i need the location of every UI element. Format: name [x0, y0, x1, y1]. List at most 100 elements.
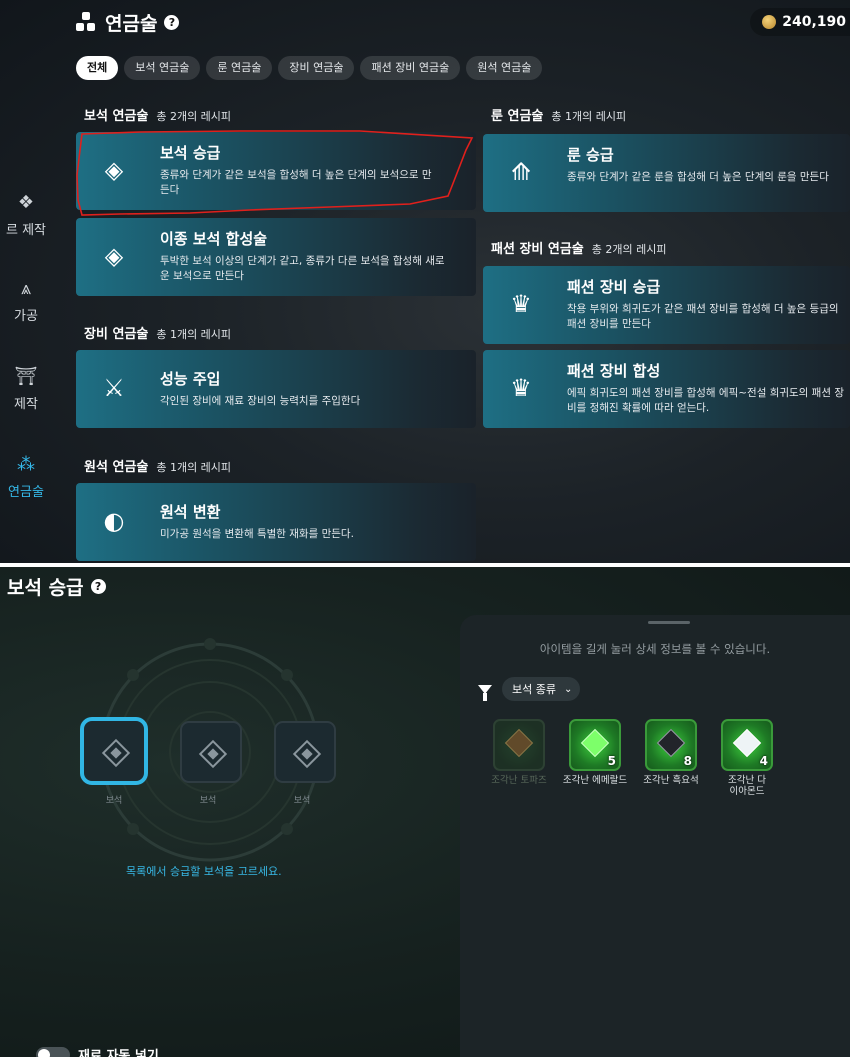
- slot-label: 보석: [105, 796, 123, 806]
- recipe-title: 성능 주입: [160, 370, 221, 388]
- section-gem-alchemy: 보석 연금술 총 2개의 레시피: [84, 105, 231, 124]
- gem-type-dropdown[interactable]: 보석 종류 ⌄: [502, 677, 581, 701]
- section-count: 총 1개의 레시피: [156, 461, 232, 474]
- gem-cluster-icon: ❖: [17, 192, 35, 213]
- item-slot: [493, 719, 545, 771]
- gem-upgrade-icon: ◈: [104, 156, 124, 184]
- auto-fill-label: 재료 자동 넣기: [78, 1049, 159, 1057]
- gem-synthesis-icon: ◈: [104, 242, 124, 270]
- tab-all[interactable]: 전체: [76, 56, 119, 80]
- recipe-title: 보석 승급: [160, 144, 221, 162]
- recipe-desc: 종류와 단계가 같은 보석을 합성해 더 높은 단계의 보석으로 만든다: [160, 169, 432, 196]
- inventory-item[interactable]: 조각난 토파즈: [482, 719, 556, 786]
- coin-icon: [762, 15, 777, 29]
- section-count: 총 2개의 레시피: [591, 243, 667, 256]
- item-slot: 5: [569, 719, 621, 771]
- page-title: 연금술: [105, 12, 158, 35]
- emerald-gem-icon: [580, 728, 610, 758]
- recipe-desc: 미가공 원석을 변환해 특별한 재화를 만든다.: [160, 528, 354, 540]
- gem-slot-1[interactable]: [80, 717, 148, 785]
- sidebar-item-label: 제작: [14, 397, 38, 412]
- gem-placeholder-icon: [101, 738, 131, 768]
- alchemy-icon: [76, 12, 96, 32]
- sidebar-item-rune-craft[interactable]: ❖ 르 제작: [0, 192, 52, 238]
- inventory-info-text: 아이템을 길게 눌러 상세 정보를 볼 수 있습니다.: [539, 642, 771, 656]
- section-title: 원석 연금술: [84, 460, 149, 475]
- auto-fill-toggle[interactable]: [36, 1047, 70, 1057]
- tab-fashion-alchemy[interactable]: 패션 장비 연금술: [360, 56, 461, 80]
- chevron-down-icon: ⌄: [563, 683, 573, 695]
- recipe-desc: 투박한 보석 이상의 단계가 같고, 종류가 다른 보석을 합성해 새로운 보석…: [160, 255, 445, 282]
- anvil-icon: ⩓: [20, 278, 32, 299]
- help-icon[interactable]: ?: [90, 579, 106, 594]
- sidebar-item-label: 연금술: [8, 485, 44, 500]
- section-count: 총 1개의 레시피: [551, 110, 627, 123]
- recipe-title: 패션 장비 승급: [567, 278, 661, 296]
- alchemy-screen: 연금술 ? 240,190 전체 보석 연금술 룬 연금술 장비 연금술 패션 …: [0, 0, 850, 563]
- rune-upgrade-icon: ⟰: [510, 158, 532, 186]
- fashion-synthesis-icon: ♛: [510, 374, 532, 402]
- gem-placeholder-icon: [292, 739, 322, 769]
- select-gem-hint: 목록에서 승급할 보석을 고르세요.: [126, 865, 282, 878]
- sidebar-item-label: 르 제작: [5, 223, 46, 238]
- sidebar-item-label: 가공: [14, 309, 38, 324]
- recipe-title: 패션 장비 합성: [567, 362, 661, 380]
- section-ore-alchemy: 원석 연금술 총 1개의 레시피: [84, 456, 231, 475]
- obsidian-gem-icon: [656, 728, 686, 758]
- recipe-desc: 각인된 장비에 재료 장비의 능력치를 주입한다: [160, 395, 361, 407]
- coin-amount: 240,190: [782, 14, 846, 30]
- infuse-icon: ⚔: [103, 374, 125, 402]
- recipe-card-gem-synthesis[interactable]: ◈ 이종 보석 합성술 투박한 보석 이상의 단계가 같고, 종류가 다른 보석…: [76, 218, 476, 296]
- ore-convert-icon: ◐: [103, 507, 125, 535]
- item-name: 조각난 흑요석: [643, 775, 699, 786]
- section-rune-alchemy: 룬 연금술 총 1개의 레시피: [491, 105, 626, 124]
- slot-label: 보석: [199, 796, 217, 806]
- diamond-gem-icon: [732, 728, 762, 758]
- recipe-card-gem-upgrade[interactable]: ◈ 보석 승급 종류와 단계가 같은 보석을 합성해 더 높은 단계의 보석으로…: [76, 132, 476, 210]
- item-name: 조각난 에메랄드: [562, 775, 628, 786]
- section-fashion-alchemy: 패션 장비 연금술 총 2개의 레시피: [491, 238, 667, 257]
- tab-rune-alchemy[interactable]: 룬 연금술: [206, 56, 273, 80]
- item-count: 8: [683, 754, 692, 768]
- section-count: 총 1개의 레시피: [156, 328, 232, 341]
- inventory-item[interactable]: 8 조각난 흑요석: [634, 719, 708, 786]
- recipe-desc: 종류와 단계가 같은 룬을 합성해 더 높은 단계의 룬을 만든다: [567, 171, 829, 183]
- sidebar-item-alchemy[interactable]: ⁂ 연금술: [0, 454, 52, 500]
- recipe-card-infuse[interactable]: ⚔ 성능 주입 각인된 장비에 재료 장비의 능력치를 주입한다: [76, 350, 476, 428]
- dropdown-value: 보석 종류: [512, 683, 556, 696]
- slot-label: 보석: [293, 796, 311, 806]
- page-header: 연금술 ?: [76, 8, 180, 36]
- help-icon[interactable]: ?: [164, 14, 180, 30]
- filter-icon[interactable]: [478, 684, 492, 701]
- gem-upgrade-screen: 보석 승급 ? 보석 보석 보석 목록에서 승급할 보석을 고르세요. 아이템을…: [0, 567, 850, 1057]
- tab-gem-alchemy[interactable]: 보석 연금술: [124, 56, 201, 80]
- recipe-card-fashion-synthesis[interactable]: ♛ 패션 장비 합성 에픽 희귀도의 패션 장비를 합성해 에픽~전설 희귀도의…: [483, 350, 850, 428]
- fashion-upgrade-icon: ♛: [510, 290, 532, 318]
- section-equip-alchemy: 장비 연금술 총 1개의 레시피: [84, 323, 231, 342]
- inventory-item[interactable]: 5 조각난 에메랄드: [558, 719, 632, 786]
- category-tabs: 전체 보석 연금술 룬 연금술 장비 연금술 패션 장비 연금술 원석 연금술: [76, 56, 543, 80]
- section-title: 룬 연금술: [491, 109, 544, 124]
- detail-header: 보석 승급 ?: [7, 573, 106, 600]
- detail-title: 보석 승급: [7, 577, 84, 599]
- tab-ore-alchemy[interactable]: 원석 연금술: [466, 56, 543, 80]
- gem-slot-3[interactable]: [274, 721, 336, 783]
- alchemy-icon: ⁂: [17, 454, 35, 475]
- recipe-card-rune-upgrade[interactable]: ⟰ 룬 승급 종류와 단계가 같은 룬을 합성해 더 높은 단계의 룬을 만든다: [483, 134, 850, 212]
- section-title: 패션 장비 연금술: [491, 242, 584, 257]
- recipe-card-fashion-upgrade[interactable]: ♛ 패션 장비 승급 착용 부위와 희귀도가 같은 패션 장비를 합성해 더 높…: [483, 266, 850, 344]
- section-count: 총 2개의 레시피: [156, 110, 232, 123]
- item-count: 5: [607, 754, 616, 768]
- panel-grab-handle[interactable]: [648, 621, 690, 624]
- tab-equip-alchemy[interactable]: 장비 연금술: [278, 56, 355, 80]
- recipe-card-ore-convert[interactable]: ◐ 원석 변환 미가공 원석을 변환해 특별한 재화를 만든다.: [76, 483, 476, 561]
- sidebar-item-craft[interactable]: ⛩ 제작: [0, 366, 52, 412]
- sidebar-item-processing[interactable]: ⩓ 가공: [0, 278, 52, 324]
- recipe-title: 원석 변환: [160, 503, 221, 521]
- recipe-title: 룬 승급: [567, 146, 614, 164]
- gem-placeholder-icon: [198, 739, 228, 769]
- gem-slot-2[interactable]: [180, 721, 242, 783]
- inventory-panel: 아이템을 길게 눌러 상세 정보를 볼 수 있습니다. 보석 종류 ⌄ 조각난 …: [460, 615, 850, 1057]
- filter-bar: 보석 종류 ⌄: [478, 677, 581, 701]
- inventory-item[interactable]: 4 조각난 다이아몬드: [710, 719, 784, 797]
